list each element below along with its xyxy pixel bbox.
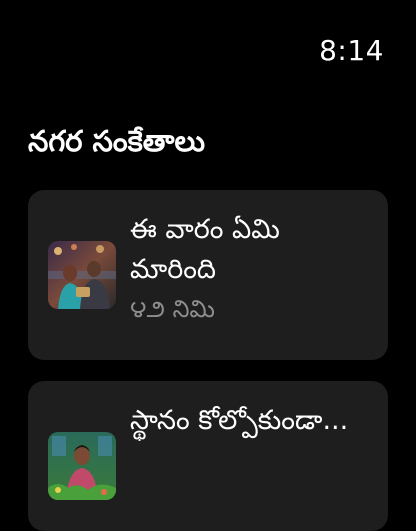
status-clock: 8:14	[319, 34, 384, 67]
card-text: ఈ వారం ఏమి మారింది ౪౨ నిమి	[130, 210, 374, 324]
card-duration: ౪౨ నిమి	[130, 295, 215, 323]
section-title: నగర సంకేతాలు	[28, 124, 206, 158]
card-title: స్థానం కోల్పోకుండా...	[130, 405, 349, 436]
card-text: స్థానం కోల్పోకుండా...	[130, 401, 374, 445]
episode-card[interactable]: స్థానం కోల్పోకుండా...	[28, 381, 388, 531]
card-title: ఈ వారం ఏమి మారింది	[130, 214, 280, 285]
market-couple-thumbnail	[48, 241, 116, 309]
garden-woman-thumbnail	[48, 432, 116, 500]
episode-card[interactable]: ఈ వారం ఏమి మారింది ౪౨ నిమి	[28, 190, 388, 360]
